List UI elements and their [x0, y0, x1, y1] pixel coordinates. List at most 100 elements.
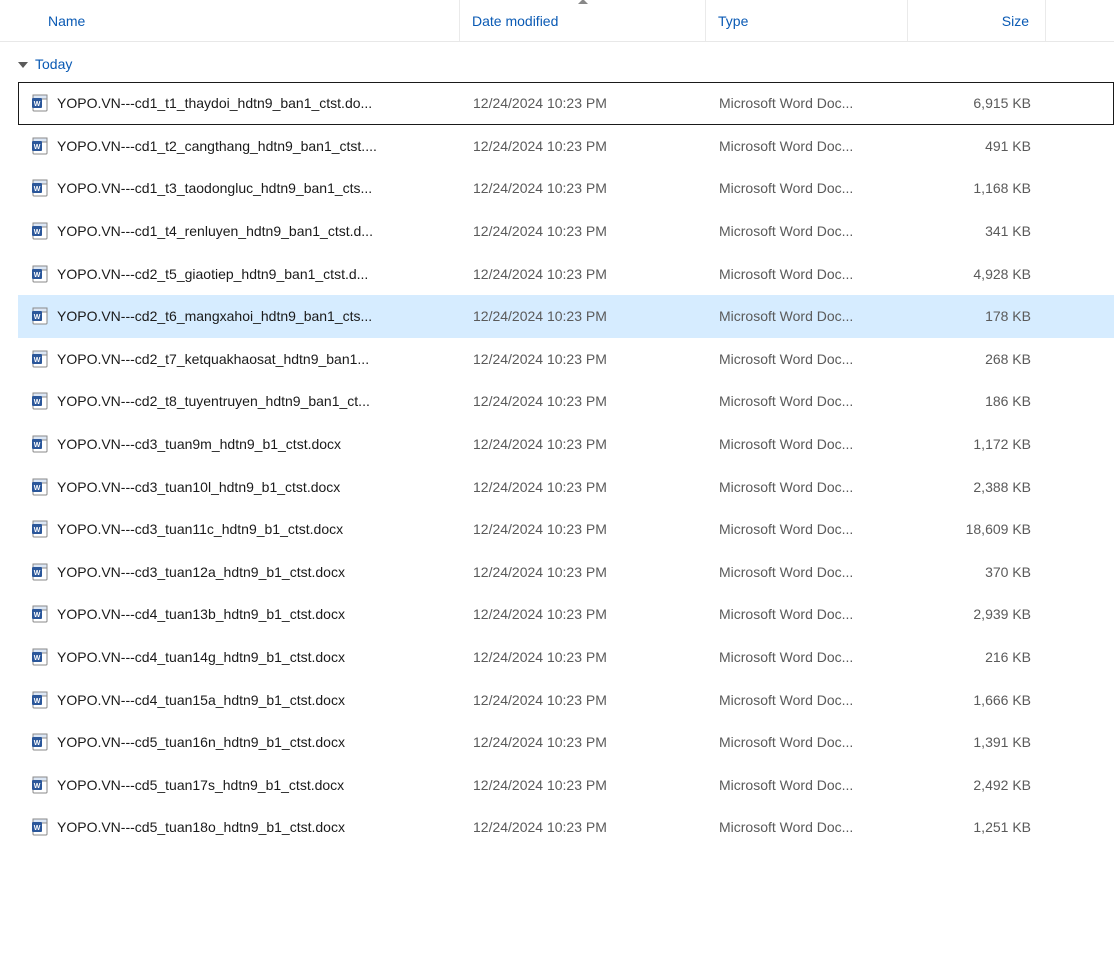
file-name-cell: WYOPO.VN---cd3_tuan11c_hdtn9_b1_ctst.doc… [19, 520, 461, 538]
word-document-icon: W [31, 776, 49, 794]
svg-text:W: W [34, 485, 41, 492]
file-date-cell: 12/24/2024 10:23 PM [461, 734, 707, 750]
file-date-cell: 12/24/2024 10:23 PM [461, 564, 707, 580]
file-name-label: YOPO.VN---cd1_t2_cangthang_hdtn9_ban1_ct… [57, 138, 377, 154]
column-header-date[interactable]: Date modified [460, 0, 706, 41]
file-row[interactable]: W YOPO.VN---cd3_tuan10l_hdtn9_b1_ctst.doc… [18, 465, 1114, 508]
file-name-cell: WYOPO.VN---cd5_tuan17s_hdtn9_b1_ctst.doc… [19, 776, 461, 794]
word-document-icon: W [31, 478, 49, 496]
file-row[interactable]: W YOPO.VN---cd5_tuan16n_hdtn9_b1_ctst.doc… [18, 721, 1114, 764]
file-name-label: YOPO.VN---cd1_t1_thaydoi_hdtn9_ban1_ctst… [57, 95, 372, 111]
file-type-cell: Microsoft Word Doc... [707, 692, 909, 708]
file-size-cell: 2,939 KB [909, 606, 1047, 622]
file-row[interactable]: WYOPO.VN---cd1_t3_taodongluc_hdtn9_ban1_… [18, 167, 1114, 210]
file-type-cell: Microsoft Word Doc... [707, 138, 909, 154]
file-size-cell: 1,172 KB [909, 436, 1047, 452]
file-date-cell: 12/24/2024 10:23 PM [461, 223, 707, 239]
file-row[interactable]: W YOPO.VN---cd1_t1_thaydoi_hdtn9_ban1_cts… [18, 82, 1114, 125]
file-name-cell: WYOPO.VN---cd4_tuan14g_hdtn9_b1_ctst.doc… [19, 648, 461, 666]
file-size-cell: 370 KB [909, 564, 1047, 580]
file-type-cell: Microsoft Word Doc... [707, 606, 909, 622]
word-document-icon: W [31, 733, 49, 751]
word-document-icon: W [31, 137, 49, 155]
word-document-icon: W [31, 94, 49, 112]
file-type-cell: Microsoft Word Doc... [707, 266, 909, 282]
file-size-cell: 178 KB [909, 308, 1047, 324]
file-size-cell: 4,928 KB [909, 266, 1047, 282]
file-name-label: YOPO.VN---cd2_t6_mangxahoi_hdtn9_ban1_ct… [57, 308, 372, 324]
file-name-cell: W YOPO.VN---cd5_tuan16n_hdtn9_b1_ctst.doc… [19, 733, 461, 751]
file-name-label: YOPO.VN---cd2_t8_tuyentruyen_hdtn9_ban1_… [57, 393, 370, 409]
svg-text:W: W [34, 272, 41, 279]
file-name-label: YOPO.VN---cd3_tuan10l_hdtn9_b1_ctst.docx [57, 479, 340, 495]
file-name-cell: WYOPO.VN---cd2_t8_tuyentruyen_hdtn9_ban1… [19, 392, 461, 410]
file-row[interactable]: WYOPO.VN---cd5_tuan17s_hdtn9_b1_ctst.doc… [18, 764, 1114, 807]
file-row[interactable]: WYOPO.VN---cd1_t4_renluyen_hdtn9_ban1_ct… [18, 210, 1114, 253]
column-header-row: Name Date modified Type Size [0, 0, 1114, 42]
file-name-cell: WYOPO.VN---cd1_t3_taodongluc_hdtn9_ban1_… [19, 179, 461, 197]
file-type-cell: Microsoft Word Doc... [707, 223, 909, 239]
file-date-cell: 12/24/2024 10:23 PM [461, 649, 707, 665]
file-type-cell: Microsoft Word Doc... [707, 649, 909, 665]
svg-text:W: W [34, 612, 41, 619]
file-row[interactable]: WYOPO.VN---cd2_t5_giaotiep_hdtn9_ban1_ct… [18, 252, 1114, 295]
column-header-type[interactable]: Type [706, 0, 908, 41]
file-row[interactable]: WYOPO.VN---cd4_tuan14g_hdtn9_b1_ctst.doc… [18, 636, 1114, 679]
file-type-cell: Microsoft Word Doc... [707, 308, 909, 324]
file-type-cell: Microsoft Word Doc... [707, 479, 909, 495]
file-row[interactable]: WYOPO.VN---cd4_tuan15a_hdtn9_b1_ctst.doc… [18, 678, 1114, 721]
svg-text:W: W [34, 101, 41, 108]
column-header-size[interactable]: Size [908, 0, 1046, 41]
file-date-cell: 12/24/2024 10:23 PM [461, 606, 707, 622]
file-date-cell: 12/24/2024 10:23 PM [461, 308, 707, 324]
word-document-icon: W [31, 818, 49, 836]
svg-text:W: W [34, 442, 41, 449]
file-row[interactable]: WYOPO.VN---cd2_t7_ketquakhaosat_hdtn9_ba… [18, 338, 1114, 381]
file-type-cell: Microsoft Word Doc... [707, 819, 909, 835]
svg-text:W: W [34, 357, 41, 364]
file-name-cell: WYOPO.VN---cd1_t4_renluyen_hdtn9_ban1_ct… [19, 222, 461, 240]
group-header-today[interactable]: Today [0, 48, 1114, 80]
file-row[interactable]: WYOPO.VN---cd2_t8_tuyentruyen_hdtn9_ban1… [18, 380, 1114, 423]
file-name-cell: W YOPO.VN---cd2_t6_mangxahoi_hdtn9_ban1_c… [19, 307, 461, 325]
file-date-cell: 12/24/2024 10:23 PM [461, 819, 707, 835]
svg-text:W: W [34, 186, 41, 193]
file-date-cell: 12/24/2024 10:23 PM [461, 521, 707, 537]
file-size-cell: 186 KB [909, 393, 1047, 409]
file-date-cell: 12/24/2024 10:23 PM [461, 479, 707, 495]
column-header-type-label: Type [718, 13, 748, 29]
file-row[interactable]: WYOPO.VN---cd3_tuan9m_hdtn9_b1_ctst.docx… [18, 423, 1114, 466]
file-size-cell: 491 KB [909, 138, 1047, 154]
file-size-cell: 1,391 KB [909, 734, 1047, 750]
file-size-cell: 216 KB [909, 649, 1047, 665]
file-type-cell: Microsoft Word Doc... [707, 95, 909, 111]
svg-text:W: W [34, 655, 41, 662]
file-name-label: YOPO.VN---cd3_tuan12a_hdtn9_b1_ctst.docx [57, 564, 345, 580]
svg-text:W: W [34, 144, 41, 151]
file-name-label: YOPO.VN---cd4_tuan13b_hdtn9_b1_ctst.docx [57, 606, 345, 622]
file-name-label: YOPO.VN---cd5_tuan16n_hdtn9_b1_ctst.docx [57, 734, 345, 750]
file-name-label: YOPO.VN---cd3_tuan11c_hdtn9_b1_ctst.docx [57, 521, 343, 537]
word-document-icon: W [31, 307, 49, 325]
file-size-cell: 341 KB [909, 223, 1047, 239]
file-type-cell: Microsoft Word Doc... [707, 777, 909, 793]
word-document-icon: W [31, 691, 49, 709]
file-row[interactable]: W YOPO.VN---cd4_tuan13b_hdtn9_b1_ctst.doc… [18, 593, 1114, 636]
file-row[interactable]: WYOPO.VN---cd3_tuan11c_hdtn9_b1_ctst.doc… [18, 508, 1114, 551]
word-document-icon: W [31, 563, 49, 581]
file-size-cell: 1,251 KB [909, 819, 1047, 835]
file-date-cell: 12/24/2024 10:23 PM [461, 393, 707, 409]
word-document-icon: W [31, 648, 49, 666]
file-list: W YOPO.VN---cd1_t1_thaydoi_hdtn9_ban1_cts… [0, 82, 1114, 849]
file-row[interactable]: W YOPO.VN---cd3_tuan12a_hdtn9_b1_ctst.doc… [18, 551, 1114, 594]
file-row[interactable]: W YOPO.VN---cd1_t2_cangthang_hdtn9_ban1_c… [18, 125, 1114, 168]
svg-text:W: W [34, 314, 41, 321]
column-header-name-label: Name [48, 13, 85, 29]
file-row[interactable]: W YOPO.VN---cd2_t6_mangxahoi_hdtn9_ban1_c… [18, 295, 1114, 338]
file-name-cell: WYOPO.VN---cd5_tuan18o_hdtn9_b1_ctst.doc… [19, 818, 461, 836]
group-label: Today [35, 56, 72, 72]
column-header-name[interactable]: Name [18, 0, 460, 41]
file-date-cell: 12/24/2024 10:23 PM [461, 692, 707, 708]
file-name-cell: WYOPO.VN---cd4_tuan15a_hdtn9_b1_ctst.doc… [19, 691, 461, 709]
file-row[interactable]: WYOPO.VN---cd5_tuan18o_hdtn9_b1_ctst.doc… [18, 806, 1114, 849]
